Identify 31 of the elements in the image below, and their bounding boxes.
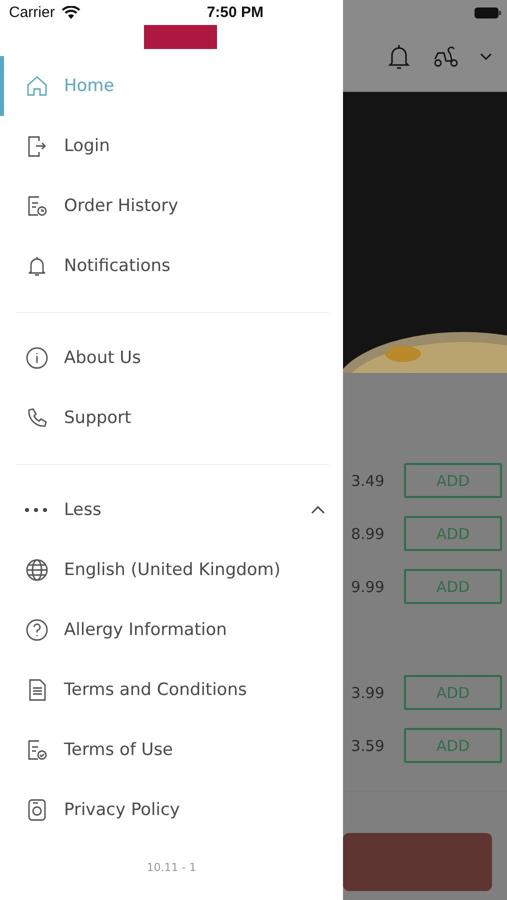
menu-item[interactable]: Privacy Policy [0,780,343,840]
version-label: 10.11 - 1 [146,861,198,874]
menu-item[interactable]: Order History [0,176,343,236]
wifi-icon [60,6,81,20]
scooter-icon[interactable] [432,45,460,69]
price-label: 9.99 [351,578,385,596]
price-label: 3.49 [351,472,385,490]
bell-icon[interactable] [386,42,412,72]
logo-icon [144,25,217,49]
menu-item[interactable]: Allergy Information [0,600,343,660]
globe-icon [24,557,50,583]
chevron-icon [311,506,325,514]
less-toggle[interactable]: Less [0,480,343,540]
question-icon [24,617,50,643]
price-label: 3.99 [351,684,385,702]
info-icon [24,345,50,371]
dots-icon [24,507,50,513]
menu-item[interactable]: Terms of Use [0,720,343,780]
menu-item[interactable]: About Us [0,328,343,388]
status-time: 7:50 PM [206,4,264,21]
carrier-label: Carrier [9,4,55,21]
price-label: 8.99 [351,524,385,542]
battery-icon [474,7,502,19]
menu-item[interactable]: Login [0,116,343,176]
menu-item[interactable]: Terms and Conditions [0,660,343,720]
menu-item[interactable]: Notifications [0,236,343,296]
menu-item[interactable]: Support [0,388,343,448]
checkout-button[interactable] [343,833,492,891]
price-label: 3.59 [351,736,385,754]
menu-item[interactable]: English (United Kingdom) [0,540,343,600]
chevron-icon[interactable] [480,53,492,61]
